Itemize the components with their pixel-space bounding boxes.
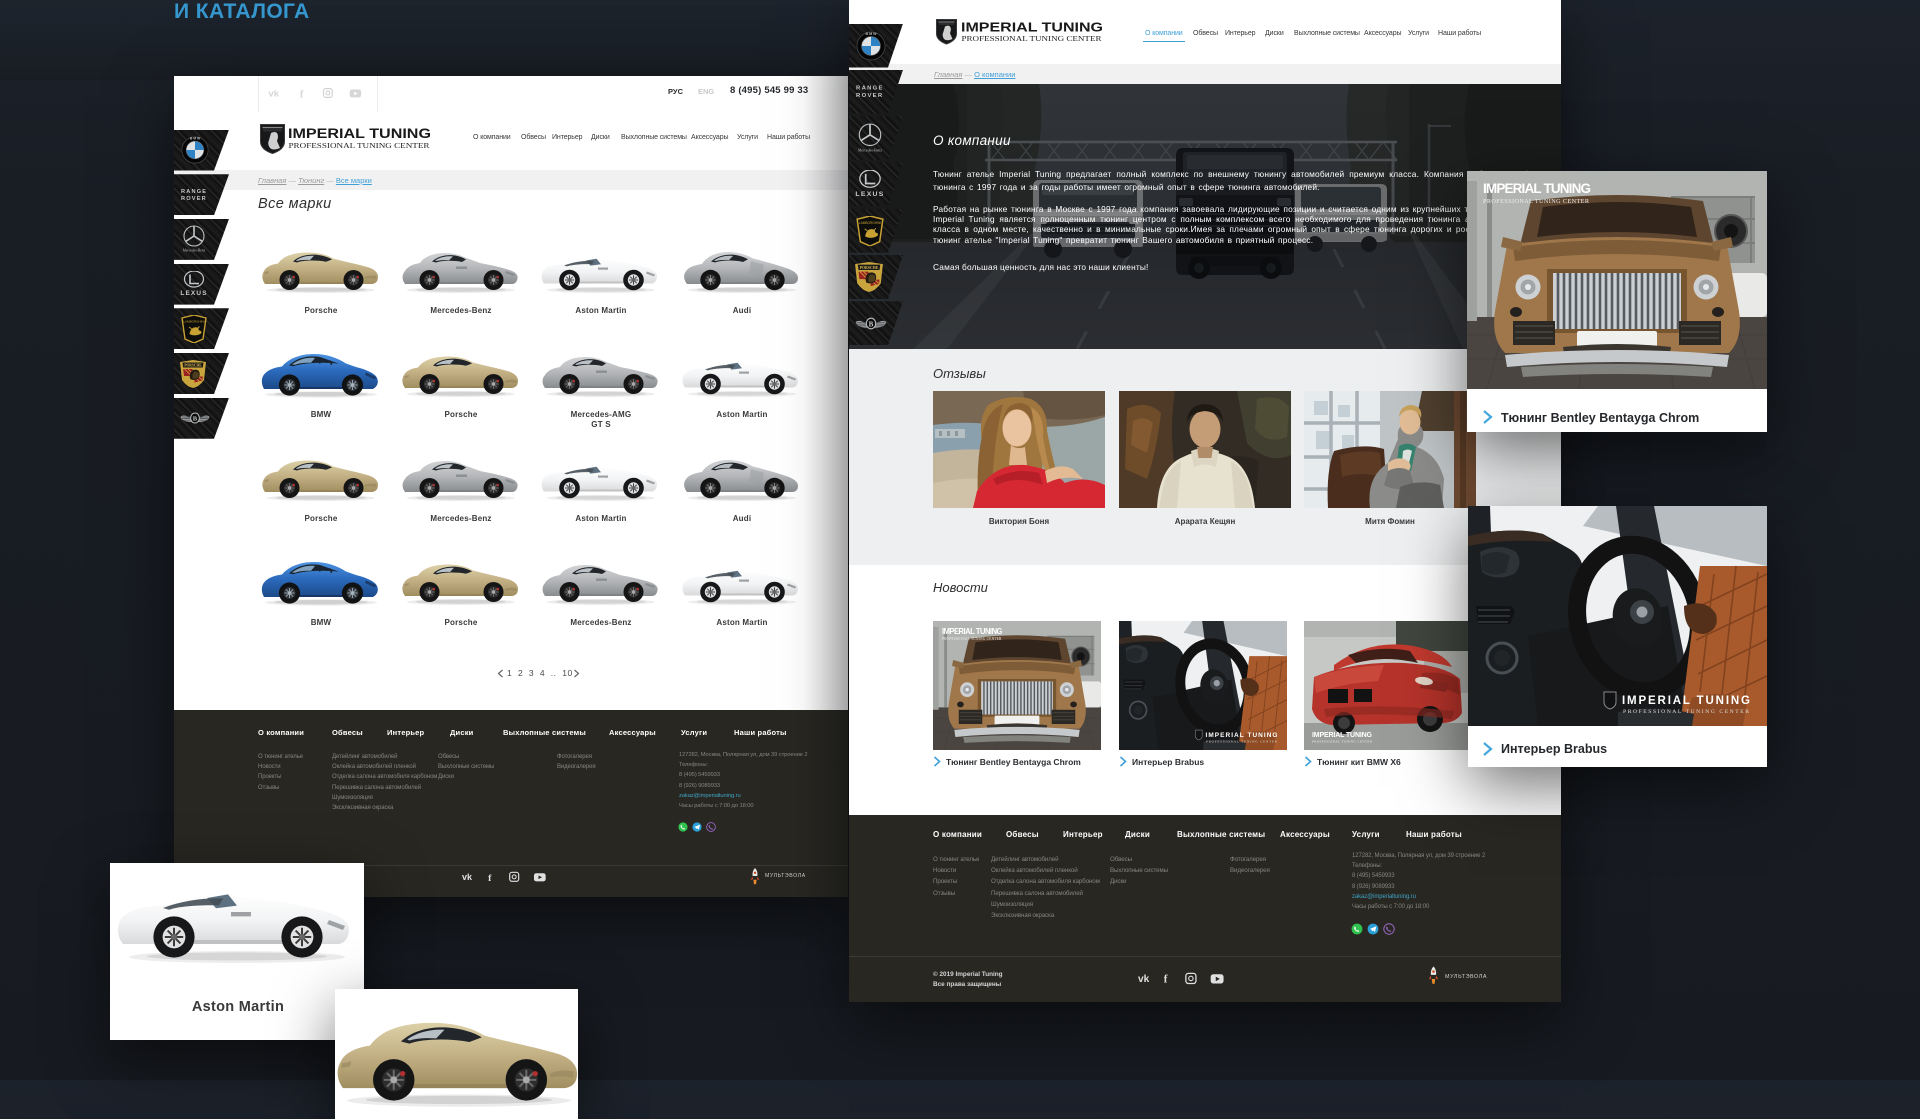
svg-text:IMPERIAL TUNING: IMPERIAL TUNING xyxy=(1312,732,1373,739)
svg-text:f: f xyxy=(300,89,304,100)
svg-text:PROFESSIONAL TUNING CENTER: PROFESSIONAL TUNING CENTER xyxy=(289,142,430,150)
svg-text:PROFESSIONAL TUNING CENTER: PROFESSIONAL TUNING CENTER xyxy=(962,35,1102,43)
svg-text:PROFESSIONAL TUNING CENTER: PROFESSIONAL TUNING CENTER xyxy=(1312,740,1373,744)
svg-text:f: f xyxy=(1164,974,1168,985)
svg-text:f: f xyxy=(488,873,492,883)
svg-text:vk: vk xyxy=(268,89,279,100)
svg-text:vk: vk xyxy=(1138,974,1150,985)
svg-text:IMPERIAL TUNING: IMPERIAL TUNING xyxy=(961,20,1103,35)
svg-text:vk: vk xyxy=(462,872,472,882)
svg-text:IMPERIAL TUNING: IMPERIAL TUNING xyxy=(288,126,431,141)
